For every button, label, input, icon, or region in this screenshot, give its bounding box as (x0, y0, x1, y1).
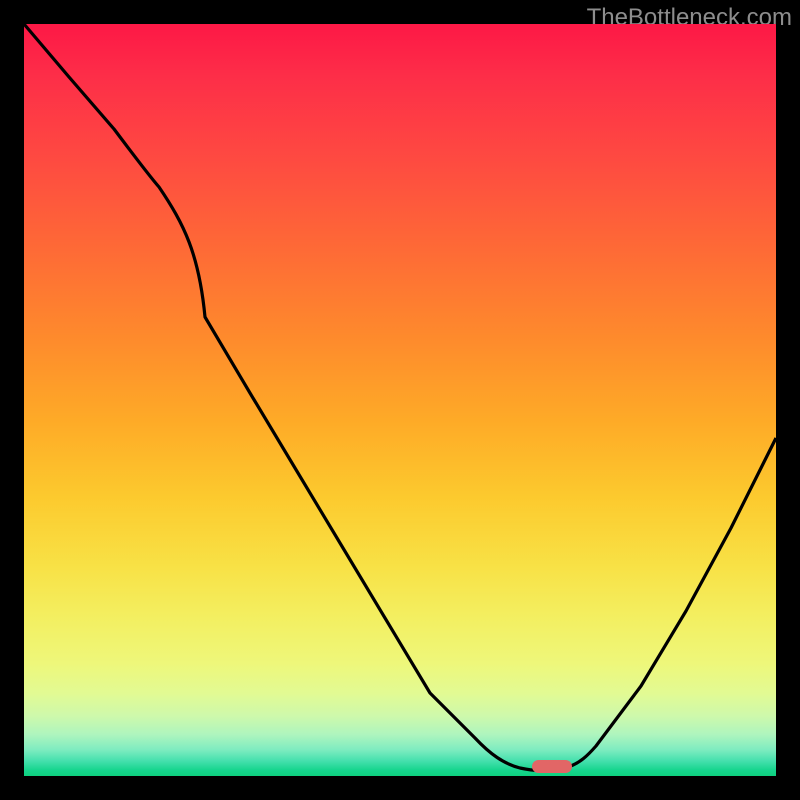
chart-frame: TheBottleneck.com (0, 0, 800, 800)
plot-overlay (24, 24, 776, 776)
optimum-marker (532, 760, 572, 773)
bottleneck-curve (24, 24, 776, 771)
